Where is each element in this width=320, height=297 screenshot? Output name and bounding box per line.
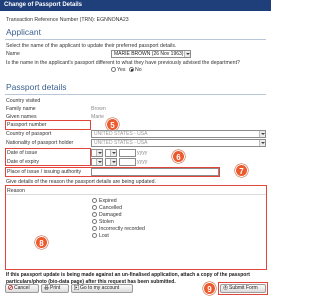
reason-radio[interactable] [92, 233, 97, 239]
reason-option-damaged[interactable]: Damaged [92, 212, 122, 218]
go-to-account-button[interactable]: Go to my account [71, 284, 133, 293]
chevron-down-icon [259, 131, 265, 137]
country-of-passport-label: Country of passport [6, 131, 52, 137]
place-of-issue-input[interactable] [91, 168, 219, 176]
chevron-down-icon [110, 150, 116, 156]
window-title: Change of Passport Details [4, 2, 83, 8]
name-different-yes-radio[interactable] [111, 67, 116, 72]
printer-icon [44, 285, 49, 291]
reason-option-label: Incorrectly recorded [99, 226, 145, 232]
reason-option-label: Stolen [99, 219, 114, 225]
reason-radio[interactable] [92, 219, 97, 225]
applicant-instruction: Select the name of the applicant to upda… [6, 43, 177, 49]
applicant-name-value: MARIE BROWN (26 Nov 1963) [114, 51, 184, 57]
name-difference-question: Is the name in the applicant's passport … [6, 60, 240, 66]
expiry-month-select[interactable] [105, 158, 117, 166]
step-8-badge: 8 [35, 236, 48, 249]
expiry-year-input[interactable] [119, 158, 136, 166]
no-label: No [135, 67, 142, 73]
date-of-expiry-label: Date of expiry [7, 159, 40, 165]
reason-divider [6, 194, 266, 195]
chevron-down-icon [110, 159, 116, 165]
applicant-name-select[interactable]: MARIE BROWN (26 Nov 1963) [111, 50, 191, 58]
passport-number-label: Passport number [7, 122, 47, 128]
reason-radio[interactable] [92, 226, 97, 232]
expiry-year-placeholder: yyyy [137, 159, 148, 165]
date-of-issue-label: Date of issue [7, 150, 38, 156]
passport-details-heading: Passport details [6, 82, 67, 92]
issue-year-input[interactable] [119, 149, 136, 157]
step-7-badge: 7 [235, 164, 248, 177]
given-names-value: Marie [91, 114, 104, 120]
print-button[interactable]: Print [41, 284, 69, 293]
issue-day-select[interactable] [91, 149, 103, 157]
chevron-down-icon [96, 159, 102, 165]
family-name-value: Brown [91, 106, 106, 112]
submit-icon [223, 285, 228, 290]
reason-radio[interactable] [92, 205, 97, 211]
nationality-select[interactable]: UNITED STATES - USA [91, 139, 266, 147]
reason-option-lost[interactable]: Lost [92, 233, 109, 239]
cancel-button-label: Cancel [14, 285, 30, 291]
reason-radio[interactable] [92, 198, 97, 204]
issue-year-placeholder: yyyy [137, 150, 148, 156]
nationality-value: UNITED STATES - USA [94, 140, 148, 146]
reason-option-incorrectly-recorded[interactable]: Incorrectly recorded [92, 226, 145, 232]
chevron-down-icon [96, 150, 102, 156]
print-button-label: Print [50, 285, 61, 291]
chevron-down-icon [259, 140, 265, 146]
country-of-passport-select[interactable]: UNITED STATES - USA [91, 130, 266, 138]
cancel-button[interactable]: Cancel [5, 284, 39, 293]
country-of-passport-value: UNITED STATES - USA [94, 131, 148, 137]
yes-label: Yes [117, 67, 126, 73]
submit-form-label: Submit Form [229, 285, 258, 291]
reason-option-label: Damaged [99, 212, 122, 218]
window-title-bar: Change of Passport Details [0, 0, 271, 11]
step-9-badge: 9 [203, 282, 216, 295]
reason-option-label: Lost [99, 233, 109, 239]
chevron-down-icon [184, 51, 190, 57]
transaction-reference: Transaction Reference Number (TRN): EGNN… [6, 17, 129, 23]
reason-option-stolen[interactable]: Stolen [92, 219, 114, 225]
reason-radio[interactable] [92, 212, 97, 218]
place-of-issue-label: Place of issue / issuing authority [7, 169, 82, 175]
family-name-label: Family name [6, 106, 36, 112]
applicant-divider [5, 39, 266, 40]
reason-option-label: Expired [99, 198, 117, 204]
submit-form-button[interactable]: Submit Form [220, 284, 266, 293]
cancel-icon [8, 285, 13, 291]
reason-option-label: Cancelled [99, 205, 123, 211]
expiry-day-select[interactable] [91, 158, 103, 166]
nationality-label: Nationality of passport holder [6, 140, 74, 146]
issue-month-select[interactable] [105, 149, 117, 157]
step-6-badge: 6 [172, 150, 185, 163]
passport-divider [5, 94, 266, 95]
country-visited-label: Country visited [6, 98, 41, 104]
reason-option-cancelled[interactable]: Cancelled [92, 205, 122, 211]
arrow-right-icon [74, 285, 79, 291]
name-different-no-radio[interactable] [129, 67, 134, 72]
applicant-heading: Applicant [6, 27, 41, 37]
reason-option-expired[interactable]: Expired [92, 198, 117, 204]
name-label: Name [6, 51, 20, 57]
go-to-account-label: Go to my account [80, 285, 120, 291]
